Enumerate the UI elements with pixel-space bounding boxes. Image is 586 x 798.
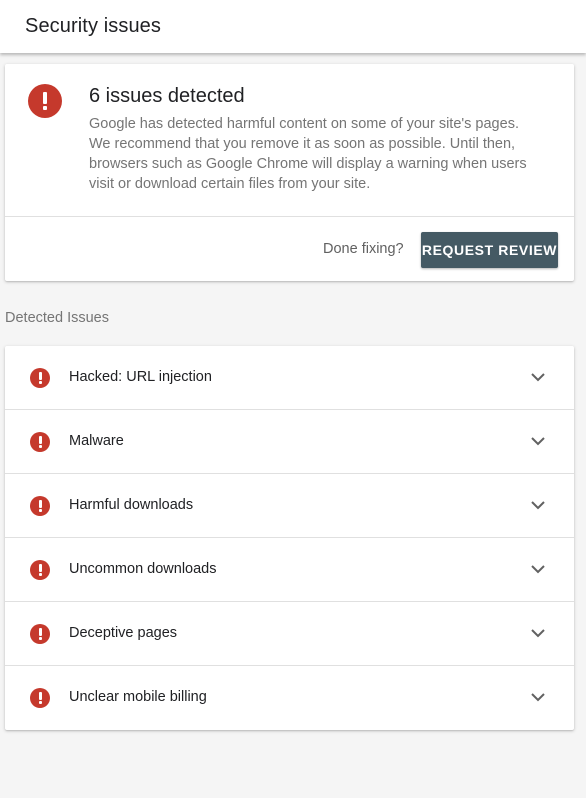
issue-label: Unclear mobile billing <box>69 689 207 705</box>
chevron-down-icon[interactable] <box>528 499 548 513</box>
issue-row-harmful-downloads[interactable]: Harmful downloads <box>5 474 574 538</box>
issue-label: Harmful downloads <box>69 497 194 513</box>
card-divider <box>5 216 574 217</box>
error-circle-icon <box>28 84 62 118</box>
issue-row-hacked-url-injection[interactable]: Hacked: URL injection <box>5 346 574 410</box>
issues-list: Hacked: URL injection Malware Harmful do… <box>5 346 574 730</box>
issue-label: Uncommon downloads <box>69 561 217 577</box>
issue-label: Deceptive pages <box>69 625 178 641</box>
error-circle-icon <box>30 560 50 580</box>
summary-line: browsers such as Google Chrome will disp… <box>89 156 527 172</box>
summary-line: Google has detected harmful content on s… <box>89 116 519 132</box>
summary-line: visit or download certain files from you… <box>89 176 371 192</box>
page-title: Security issues <box>25 15 161 37</box>
issue-label: Malware <box>69 433 124 449</box>
app-header: Security issues <box>0 0 586 53</box>
done-fixing-label: Done fixing? <box>323 241 404 257</box>
error-circle-icon <box>30 624 50 644</box>
detected-issues-label: Detected Issues <box>5 310 109 326</box>
summary-line: We recommend that you remove it as soon … <box>89 136 516 152</box>
request-review-button[interactable]: REQUEST REVIEW <box>421 232 558 268</box>
error-circle-icon <box>30 432 50 452</box>
issues-summary-card: 6 issues detected Google has detected ha… <box>5 64 574 281</box>
issue-row-unclear-mobile-billing[interactable]: Unclear mobile billing <box>5 666 574 730</box>
chevron-down-icon[interactable] <box>528 627 548 641</box>
chevron-down-icon[interactable] <box>528 563 548 577</box>
chevron-down-icon[interactable] <box>528 691 548 705</box>
error-circle-icon <box>30 368 50 388</box>
chevron-down-icon[interactable] <box>528 371 548 385</box>
issue-label: Hacked: URL injection <box>69 369 212 385</box>
issue-row-malware[interactable]: Malware <box>5 410 574 474</box>
summary-description: Google has detected harmful content on s… <box>89 114 554 194</box>
chevron-down-icon[interactable] <box>528 435 548 449</box>
error-circle-icon <box>30 496 50 516</box>
issues-count-heading: 6 issues detected <box>89 85 245 107</box>
issue-row-uncommon-downloads[interactable]: Uncommon downloads <box>5 538 574 602</box>
issue-row-deceptive-pages[interactable]: Deceptive pages <box>5 602 574 666</box>
error-circle-icon <box>30 688 50 708</box>
